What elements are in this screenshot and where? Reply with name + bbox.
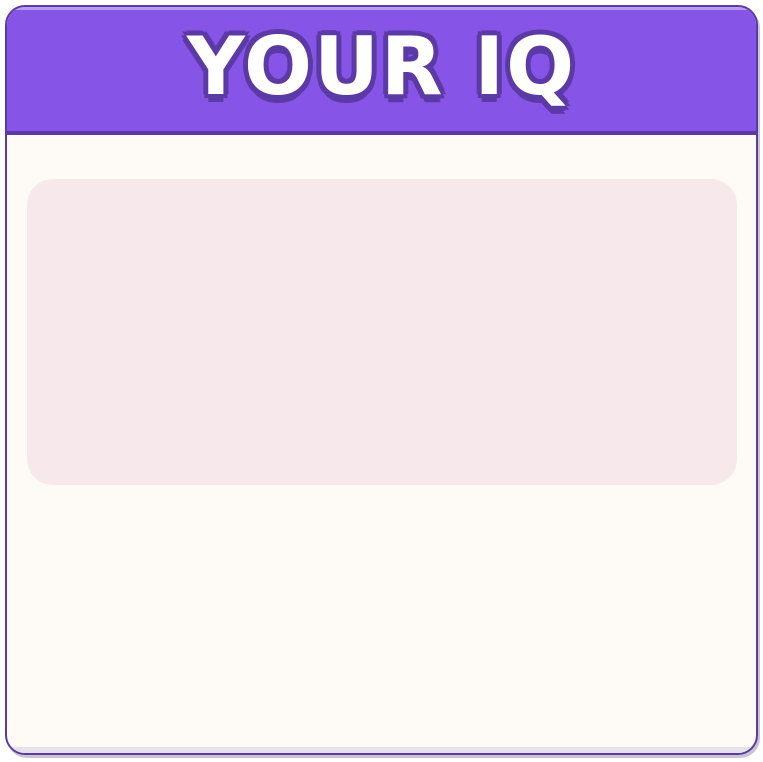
- header-title: YOUR IQ: [186, 20, 577, 113]
- card-header: YOUR IQ: [7, 7, 756, 135]
- result-panel: [27, 179, 737, 485]
- card-bottom-shade: [7, 747, 756, 753]
- iq-result-card: YOUR IQ: [5, 5, 758, 755]
